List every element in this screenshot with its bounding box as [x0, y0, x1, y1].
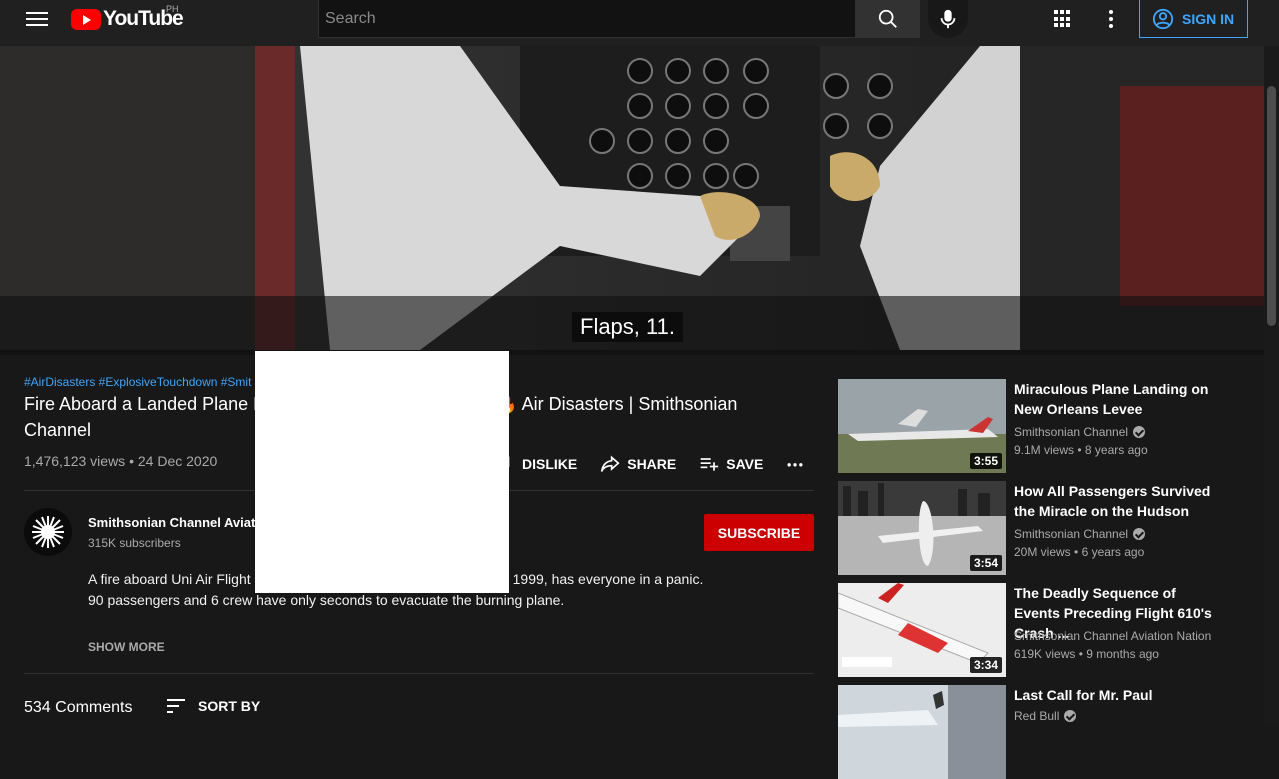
account-icon: [1152, 8, 1174, 29]
menu-icon[interactable]: [24, 9, 50, 29]
recommended-meta: 9.1M views • 8 years ago: [1014, 443, 1148, 457]
playlist-add-icon: [700, 458, 719, 471]
video-meta: 1,476,123 views • 24 Dec 2020: [24, 453, 218, 469]
description-line-2: 90 passengers and 6 crew have only secon…: [88, 592, 565, 608]
view-count: 1,476,123 views: [24, 453, 126, 469]
recommended-channel[interactable]: Red Bull: [1014, 709, 1077, 723]
video-duration: 3:54: [969, 555, 1002, 571]
recommended-meta: 20M views • 6 years ago: [1014, 545, 1145, 559]
sort-by-label: SORT BY: [198, 698, 261, 714]
video-caption: Flaps, 11.: [572, 312, 683, 342]
top-bar: YouTube PH SIGN IN: [0, 0, 1279, 46]
video-hashtags[interactable]: #AirDisasters #ExplosiveTouchdown #Smit: [24, 375, 251, 389]
subscribe-button[interactable]: SUBSCRIBE: [704, 514, 814, 551]
recommended-channel[interactable]: Smithsonian Channel Aviation Nation: [1014, 629, 1211, 643]
video-thumbnail[interactable]: 3:55: [838, 379, 1006, 473]
recommended-title[interactable]: How All Passengers Survived the Miracle …: [1014, 481, 1224, 521]
video-actions: DISLIKE SHARE SAVE: [496, 454, 827, 474]
mic-icon: [940, 9, 956, 29]
starburst-logo-icon: [24, 508, 72, 556]
video-player[interactable]: Flaps, 11.: [0, 46, 1264, 350]
more-vert-icon[interactable]: [1106, 8, 1116, 30]
recommended-channel[interactable]: Smithsonian Channel: [1014, 425, 1146, 439]
search-input[interactable]: [319, 0, 855, 37]
channel-avatar[interactable]: [24, 508, 72, 556]
sort-icon: [167, 699, 185, 713]
recommended-channel[interactable]: Smithsonian Channel: [1014, 527, 1146, 541]
save-button[interactable]: SAVE: [698, 454, 763, 474]
recommended-meta: 619K views • 9 months ago: [1014, 647, 1159, 661]
recommended-video[interactable]: 3:54 How All Passengers Survived the Mir…: [838, 481, 1248, 575]
verified-icon: [1064, 710, 1077, 722]
scrollbar-thumb[interactable]: [1267, 86, 1276, 326]
video-duration: 3:34: [969, 657, 1002, 673]
youtube-logo[interactable]: YouTube PH: [71, 4, 184, 31]
sign-in-button[interactable]: SIGN IN: [1139, 0, 1248, 38]
page-scrollbar[interactable]: [1264, 46, 1279, 727]
more-actions-button[interactable]: [785, 454, 805, 474]
verified-icon: [1133, 528, 1146, 540]
voice-search-button[interactable]: [928, 0, 968, 38]
player-bottom-bar: [0, 350, 1264, 355]
recommended-video[interactable]: Last Call for Mr. Paul Red Bull: [838, 685, 1248, 779]
redaction-box: [255, 351, 509, 593]
verified-icon: [1133, 426, 1146, 438]
video-thumbnail[interactable]: 3:34: [838, 583, 1006, 677]
sign-in-label: SIGN IN: [1182, 10, 1235, 27]
subscriber-count: 315K subscribers: [88, 536, 181, 550]
logo-play-icon: [71, 8, 101, 30]
show-more-button[interactable]: SHOW MORE: [88, 640, 165, 654]
save-label: SAVE: [726, 456, 764, 472]
share-button[interactable]: SHARE: [599, 454, 676, 474]
upload-date: 24 Dec 2020: [137, 453, 218, 469]
search-button[interactable]: [856, 0, 920, 38]
recommended-title[interactable]: Miraculous Plane Landing on New Orleans …: [1014, 379, 1224, 419]
search-box: [318, 0, 856, 38]
recommended-video[interactable]: 3:34 The Deadly Sequence of Events Prece…: [838, 583, 1248, 677]
video-frame: [0, 46, 1264, 350]
channel-name[interactable]: Smithsonian Channel Aviat: [88, 515, 255, 530]
search-icon: [878, 9, 897, 28]
recommended-video[interactable]: 3:55 Miraculous Plane Landing on New Orl…: [838, 379, 1248, 473]
video-duration: 3:55: [969, 453, 1002, 469]
share-label: SHARE: [627, 456, 677, 472]
thumbnail-image: [838, 685, 1006, 779]
video-thumbnail[interactable]: [838, 685, 1006, 779]
more-horiz-icon: [787, 463, 803, 467]
recommended-title[interactable]: Last Call for Mr. Paul: [1014, 685, 1224, 705]
logo-region: PH: [166, 4, 179, 14]
sort-by-button[interactable]: SORT BY: [166, 698, 260, 714]
video-title-start: Fire Aboard a Landed Plane L: [24, 394, 264, 414]
apps-icon[interactable]: [1052, 8, 1074, 30]
video-thumbnail[interactable]: 3:54: [838, 481, 1006, 575]
share-icon: [601, 455, 620, 472]
dislike-label: DISLIKE: [522, 456, 578, 472]
comments-count: 534 Comments: [24, 699, 133, 716]
divider: [24, 673, 814, 674]
